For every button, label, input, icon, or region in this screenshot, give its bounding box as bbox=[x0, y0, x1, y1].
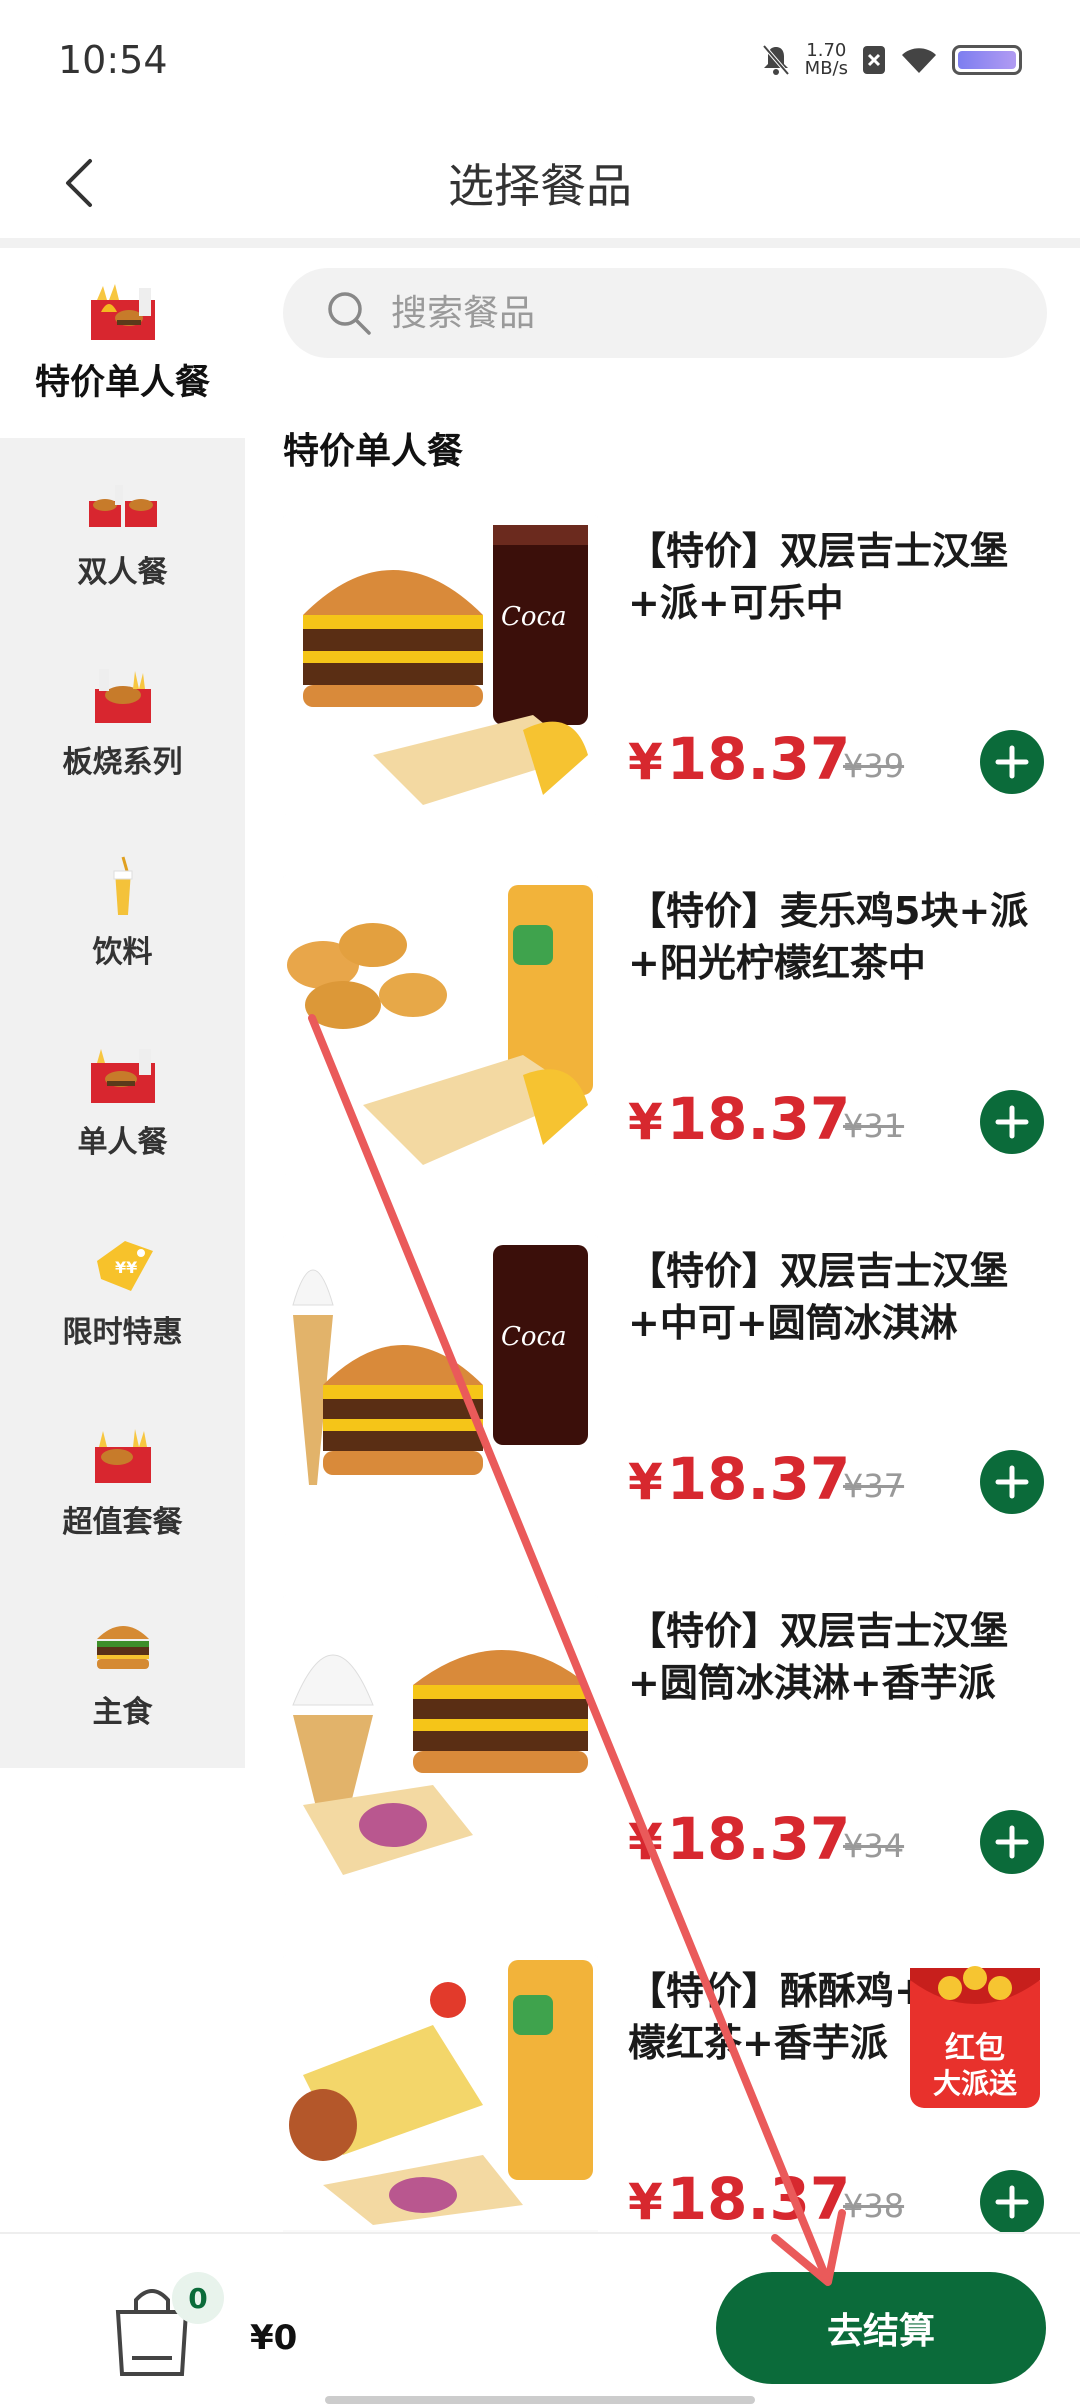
sidebar-item-value-meal[interactable]: 超值套餐 bbox=[0, 1388, 245, 1578]
promo-line1: 红包 bbox=[945, 2031, 1005, 2066]
product-original-price: ¥31 bbox=[843, 1107, 905, 1145]
value-meal-icon bbox=[94, 1429, 151, 1483]
add-to-cart-button[interactable] bbox=[980, 1810, 1044, 1874]
svg-text:Coca: Coca bbox=[501, 602, 567, 632]
page-title: 选择餐品 bbox=[448, 159, 632, 213]
search-icon bbox=[328, 292, 371, 335]
sidebar-item-double-meal[interactable]: 双人餐 bbox=[0, 438, 245, 628]
red-envelope-promo[interactable]: 红包 大派送 bbox=[910, 1958, 1040, 2108]
price-tag-icon: ¥¥ bbox=[96, 1241, 153, 1291]
home-indicator[interactable] bbox=[325, 2396, 755, 2404]
plus-icon bbox=[995, 1105, 1029, 1139]
product-price: ¥18.37 bbox=[628, 2165, 851, 2233]
header-divider bbox=[0, 238, 1080, 248]
sim-off-icon bbox=[863, 46, 885, 74]
sidebar-item-drinks[interactable]: 饮料 bbox=[0, 818, 245, 1008]
product-original-price: ¥34 bbox=[843, 1827, 905, 1865]
wifi-icon bbox=[902, 48, 936, 73]
product-image: Coca bbox=[283, 1235, 598, 1535]
double-meal-icon bbox=[88, 485, 157, 527]
product-image bbox=[283, 1955, 598, 2255]
product-card[interactable]: 【特价】麦乐鸡5块+派+阳光柠檬红茶中 ¥18.37 ¥31 bbox=[283, 875, 1058, 1175]
product-name: 【特价】双层吉士汉堡+派+可乐中 bbox=[628, 529, 1009, 625]
cart-total: ¥0 bbox=[250, 2318, 298, 2358]
drink-icon bbox=[113, 856, 132, 915]
product-price: ¥18.37 bbox=[628, 1085, 851, 1153]
red-envelope-icon: 红包 大派送 bbox=[910, 1966, 1040, 2108]
category-sidebar: 特价单人餐 双人餐 板烧系列 饮料 单人餐 ¥¥ 限时特惠 超值套餐 主食 bbox=[0, 248, 245, 1768]
product-image bbox=[283, 1595, 598, 1895]
meal-combo-icon bbox=[90, 283, 155, 340]
product-card[interactable]: 【特价】双层吉士汉堡+圆筒冰淇淋+香芋派 ¥18.37 ¥34 bbox=[283, 1595, 1058, 1895]
add-to-cart-button[interactable] bbox=[980, 2170, 1044, 2234]
section-title: 特价单人餐 bbox=[283, 431, 464, 472]
plus-icon bbox=[995, 1465, 1029, 1499]
svg-text:¥¥: ¥¥ bbox=[115, 1258, 137, 1277]
mute-bell-icon bbox=[762, 44, 790, 76]
search-input[interactable] bbox=[391, 292, 991, 334]
single-meal-icon bbox=[90, 1049, 155, 1103]
svg-text:Coca: Coca bbox=[501, 1322, 567, 1352]
product-original-price: ¥38 bbox=[843, 2187, 905, 2225]
product-original-price: ¥39 bbox=[843, 747, 905, 785]
promo-line2: 大派送 bbox=[933, 2067, 1017, 2100]
sidebar-item-limited[interactable]: ¥¥ 限时特惠 bbox=[0, 1198, 245, 1388]
status-time: 10:54 bbox=[58, 38, 168, 82]
add-to-cart-button[interactable] bbox=[980, 1450, 1044, 1514]
product-card[interactable]: Coca 【特价】双层吉士汉堡+派+可乐中 ¥18.37 ¥39 bbox=[283, 515, 1058, 815]
product-name: 【特价】双层吉士汉堡+中可+圆筒冰淇淋 bbox=[628, 1249, 1009, 1345]
bottom-cart-bar: 0 ¥0 去结算 bbox=[0, 2232, 1080, 2408]
status-icons: 1.70 MB/s bbox=[761, 42, 1022, 78]
product-price: ¥18.37 bbox=[628, 725, 851, 793]
product-original-price: ¥37 bbox=[843, 1467, 905, 1505]
checkout-button[interactable]: 去结算 bbox=[716, 2272, 1046, 2384]
plus-icon bbox=[995, 2185, 1029, 2219]
battery-icon bbox=[952, 45, 1022, 75]
sidebar-item-staple[interactable]: 主食 bbox=[0, 1578, 245, 1768]
product-name: 【特价】双层吉士汉堡+圆筒冰淇淋+香芋派 bbox=[628, 1609, 1009, 1705]
product-price: ¥18.37 bbox=[628, 1445, 851, 1513]
plus-icon bbox=[995, 745, 1029, 779]
burger-icon bbox=[96, 1626, 149, 1669]
net-speed: 1.70 MB/s bbox=[804, 40, 848, 79]
product-card[interactable]: Coca 【特价】双层吉士汉堡+中可+圆筒冰淇淋 ¥18.37 ¥37 bbox=[283, 1235, 1058, 1535]
sidebar-item-special-single[interactable]: 特价单人餐 bbox=[0, 248, 245, 438]
sidebar-item-grill[interactable]: 板烧系列 bbox=[0, 628, 245, 818]
add-to-cart-button[interactable] bbox=[980, 730, 1044, 794]
sidebar-item-single-meal[interactable]: 单人餐 bbox=[0, 1008, 245, 1198]
status-bar: 10:54 1.70 MB/s bbox=[0, 0, 1080, 130]
header: 选择餐品 bbox=[0, 130, 1080, 240]
product-price: ¥18.37 bbox=[628, 1805, 851, 1873]
product-image: Coca bbox=[283, 515, 598, 815]
search-bar[interactable] bbox=[283, 268, 1047, 358]
product-name: 【特价】麦乐鸡5块+派+阳光柠檬红茶中 bbox=[628, 889, 1029, 985]
add-to-cart-button[interactable] bbox=[980, 1090, 1044, 1154]
plus-icon bbox=[995, 1825, 1029, 1859]
cart-count-badge: 0 bbox=[172, 2272, 224, 2324]
product-image bbox=[283, 875, 598, 1175]
burger-fries-icon bbox=[94, 669, 151, 723]
